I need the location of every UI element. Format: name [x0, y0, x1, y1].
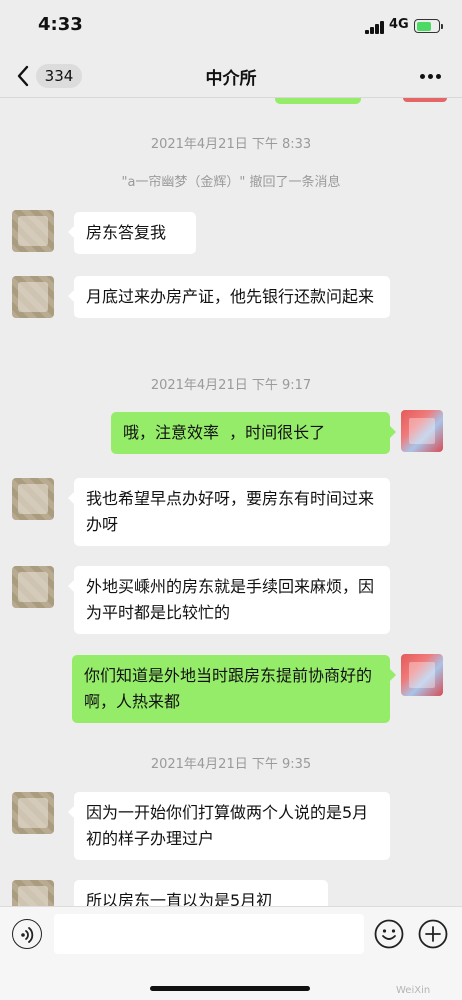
message-bubble-partial[interactable]	[275, 98, 361, 104]
status-bar: 4:33 4G	[0, 0, 462, 54]
avatar[interactable]	[12, 880, 54, 906]
avatar[interactable]	[12, 210, 54, 252]
message-bubble-outgoing[interactable]: 哦，注意效率 ，时间很长了	[111, 412, 396, 454]
network-type: 4G	[389, 17, 409, 32]
message-bubble-incoming[interactable]: 我也希望早点办好呀，要房东有时间过来办呀	[68, 478, 390, 546]
timestamp: 2021年4月21日 下午 8:33	[150, 137, 312, 152]
status-time: 4:33	[38, 14, 83, 35]
message-input[interactable]	[54, 914, 364, 954]
battery-level	[416, 21, 432, 31]
chat-title: 中介所	[205, 69, 257, 89]
emoji-icon[interactable]	[374, 919, 404, 949]
avatar[interactable]	[12, 792, 54, 834]
message-bubble-incoming[interactable]: 外地买嵊州的房东就是手续回来麻烦，因为平时都是比较忙的	[68, 566, 390, 634]
message-bubble-incoming[interactable]: 所以房东一直以为是5月初	[74, 880, 328, 906]
timestamp: 2021年4月21日 下午 9:35	[150, 757, 312, 772]
message-bubble-incoming[interactable]: 房东答复我	[68, 212, 196, 254]
battery-icon	[414, 19, 440, 33]
battery-tip	[441, 24, 443, 29]
message-bubble-incoming[interactable]: 月底过来办房产证，他先银行还款问起来	[68, 276, 390, 318]
timestamp: 2021年4月21日 下午 9:17	[150, 378, 312, 393]
chat-header: 334 中介所	[0, 54, 462, 98]
chevron-left-icon	[17, 65, 29, 87]
avatar[interactable]	[12, 276, 54, 318]
voice-icon[interactable]	[12, 919, 42, 949]
back-button[interactable]: 334	[14, 62, 86, 90]
message-list[interactable]: 2021年4月21日 下午 8:33 "a一帘幽梦（金辉）" 撤回了一条消息 房…	[0, 98, 462, 906]
avatar[interactable]	[12, 478, 54, 520]
message-bubble-incoming[interactable]: 因为一开始你们打算做两个人说的是5月初的样子办理过户	[68, 792, 390, 860]
input-bar: WeiXin	[0, 906, 462, 1000]
signal-icon	[365, 21, 385, 34]
unread-count-badge: 334	[36, 64, 82, 88]
avatar[interactable]	[401, 410, 443, 452]
recall-notice: "a一帘幽梦（金辉）" 撤回了一条消息	[121, 175, 341, 190]
voice-waves-icon	[21, 927, 34, 943]
watermark: WeiXin	[396, 985, 431, 996]
avatar[interactable]	[12, 566, 54, 608]
message-bubble-outgoing[interactable]: 你们知道是外地当时跟房东提前协商好的啊，人热来都	[72, 655, 396, 723]
more-dots-icon[interactable]	[412, 66, 448, 86]
avatar[interactable]	[401, 654, 443, 696]
avatar[interactable]	[403, 98, 447, 102]
home-indicator	[150, 986, 310, 991]
plus-icon[interactable]	[418, 919, 448, 949]
